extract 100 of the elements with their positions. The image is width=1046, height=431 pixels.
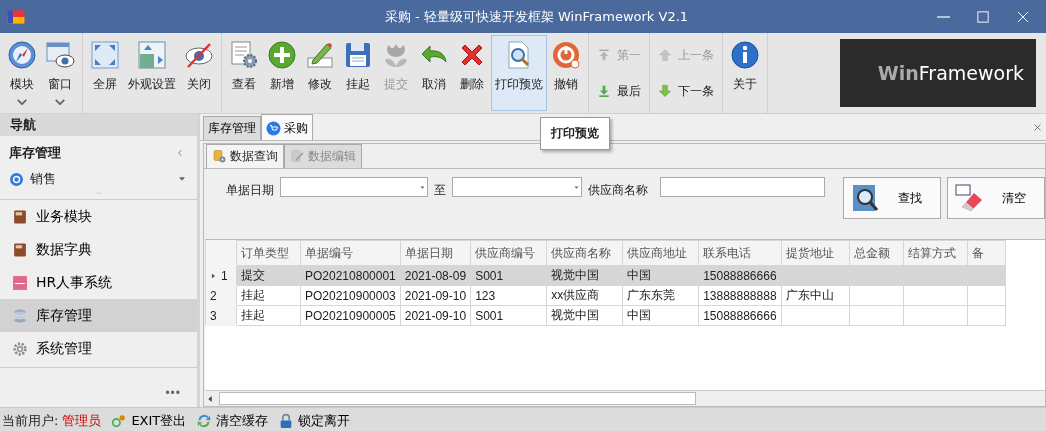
table-cell: 挂起	[236, 305, 301, 326]
window-title: 采购 - 轻量级可快速开发框架 WinFramework V2.1	[383, 7, 690, 26]
toolbar-button[interactable]: 修改	[301, 35, 339, 111]
table-cell: xx供应商	[546, 285, 623, 306]
document-tab[interactable]: 库存管理	[203, 116, 261, 140]
nav-item[interactable]: 系统管理	[0, 332, 197, 365]
compass-icon	[7, 40, 37, 70]
arrow-up-icon	[658, 48, 672, 62]
collapse-icon	[175, 147, 185, 159]
table-cell: 2021-09-10	[400, 305, 471, 326]
toolbar-button[interactable]: 模块	[3, 35, 41, 111]
edit-document-icon	[290, 149, 305, 164]
document-tab[interactable]: 采购	[261, 114, 313, 140]
supplier-field[interactable]	[660, 177, 825, 197]
date-field[interactable]	[280, 177, 429, 197]
nav-item[interactable]: 库存管理	[0, 299, 197, 332]
column-header[interactable]: 供应商编号	[470, 240, 547, 266]
more-button[interactable]: •••	[159, 385, 187, 401]
logo-banner: WinFramework	[840, 39, 1036, 107]
toolbar-button[interactable]: 撤销	[547, 35, 585, 111]
minimize-icon	[937, 15, 950, 18]
toolbar-button[interactable]: 打印预览	[491, 35, 547, 111]
table-cell: PO20210900003	[300, 285, 401, 306]
table-cell: S001	[470, 305, 547, 326]
status-action[interactable]: EXIT登出	[111, 411, 187, 430]
column-header[interactable]: 提货地址	[781, 240, 850, 266]
toolbar-button[interactable]: 关闭	[180, 35, 218, 111]
clear-button[interactable]: 清空	[947, 177, 1045, 219]
info-icon	[730, 40, 760, 70]
book-icon	[12, 208, 28, 225]
toolbar-button[interactable]: 取消	[415, 35, 453, 111]
radio-dot-icon	[9, 171, 24, 187]
user-name: 管理员	[62, 411, 102, 430]
status-action[interactable]: 锁定离开	[278, 411, 351, 430]
column-header[interactable]: 总金额	[849, 240, 904, 266]
power-icon	[551, 40, 581, 70]
toolbar-button[interactable]: 挂起	[339, 35, 377, 111]
column-header[interactable]: 结算方式	[903, 240, 968, 266]
column-header[interactable]: 单据编号	[300, 240, 401, 266]
date-field[interactable]	[452, 177, 582, 197]
toolbar-button[interactable]: 新增	[263, 35, 301, 111]
nav-item[interactable]: 业务模块	[0, 200, 197, 233]
table-cell: 15088886666	[698, 305, 782, 326]
field-label: 供应商名称	[588, 182, 648, 199]
table-cell	[967, 285, 1006, 306]
column-header[interactable]: 备	[967, 240, 1006, 266]
table-cell	[967, 305, 1006, 326]
magnifier-document-icon	[850, 183, 880, 213]
database-icon	[12, 307, 28, 324]
table-cell: 广东东莞	[622, 285, 699, 306]
cart-icon	[266, 121, 281, 136]
table-cell	[849, 305, 904, 326]
column-header[interactable]: 订单类型	[236, 240, 301, 266]
toolbar-button[interactable]: 最后	[595, 80, 643, 102]
tooltip: 打印预览	[540, 117, 610, 150]
app-logo-icon	[6, 7, 26, 26]
key-person-icon	[111, 412, 128, 429]
expand-icon	[90, 40, 120, 70]
table-cell: 广东中山	[781, 285, 850, 306]
refresh-icon	[196, 412, 213, 429]
table-cell	[781, 305, 850, 326]
column-header[interactable]: 供应商地址	[622, 240, 699, 266]
table-cell: 视觉中国	[546, 305, 623, 326]
toolbar-button[interactable]: 查看	[225, 35, 263, 111]
scrollbar-thumb[interactable]	[219, 392, 696, 405]
toolbar-button[interactable]: 全屏	[86, 35, 124, 111]
current-row-icon	[210, 271, 217, 280]
field-label: 单据日期	[226, 182, 274, 199]
maximize-icon	[976, 9, 990, 24]
toolbar-button[interactable]: 下一条	[656, 80, 716, 102]
search-button[interactable]: 查找	[843, 177, 941, 219]
sub-tab[interactable]: 数据查询	[206, 144, 284, 168]
nav-item[interactable]: HR人事系统	[0, 266, 197, 299]
toolbar-button[interactable]: 窗口	[41, 35, 79, 111]
close-icon	[1016, 9, 1030, 24]
arrow-to-top-icon	[597, 48, 611, 62]
table-cell: 2021-09-10	[400, 285, 471, 306]
row-header: 2	[205, 285, 237, 306]
eraser-icon	[954, 183, 984, 213]
layout-icon	[137, 40, 167, 70]
table-cell: 挂起	[236, 285, 301, 306]
status-action[interactable]: 清空缓存	[196, 411, 269, 430]
window-eye-icon	[45, 40, 75, 70]
column-header[interactable]: 联系电话	[698, 240, 782, 266]
toolbar-button[interactable]: 关于	[726, 35, 764, 111]
module-selector[interactable]: 销售	[30, 170, 56, 188]
table-cell	[903, 285, 968, 306]
column-header[interactable]: 单据日期	[400, 240, 471, 266]
nav-item[interactable]: 数据字典	[0, 233, 197, 266]
pencil-icon	[305, 40, 335, 70]
panel-title: 导航	[0, 114, 197, 136]
column-header[interactable]: 供应商名称	[546, 240, 623, 266]
database-gear-icon	[212, 149, 227, 164]
table-cell	[903, 305, 968, 326]
toolbar-button[interactable]: 外观设置	[124, 35, 180, 111]
plus-icon	[267, 40, 297, 70]
close-icon	[1033, 122, 1042, 132]
book-icon	[12, 241, 28, 258]
toolbar-button[interactable]: 删除	[453, 35, 491, 111]
section-title: 库存管理	[9, 144, 61, 162]
